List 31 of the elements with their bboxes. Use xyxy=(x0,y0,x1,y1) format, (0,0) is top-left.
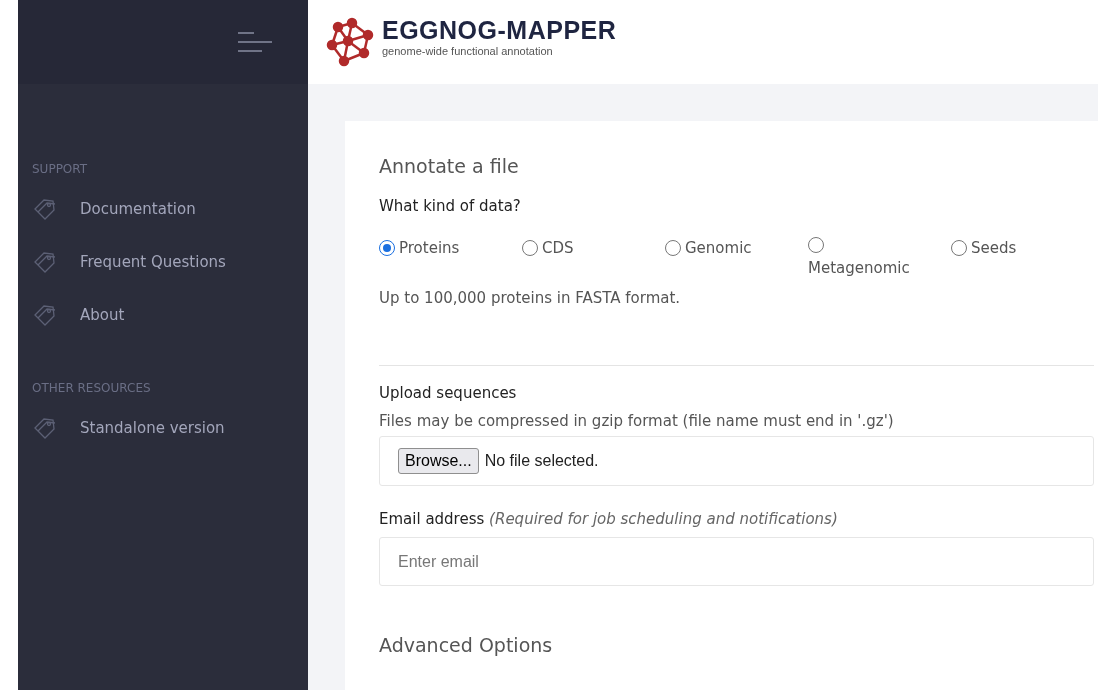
sidebar-link[interactable]: About xyxy=(80,305,125,324)
tag-icon xyxy=(32,415,58,440)
upload-note: Files may be compressed in gzip format (file name must end in '.gz') xyxy=(379,412,895,430)
logo-title: EGGNOG-MAPPER xyxy=(382,15,617,45)
file-input[interactable]: Browse... No file selected. xyxy=(379,436,1094,486)
tag-icon xyxy=(32,249,58,274)
menu-icon[interactable] xyxy=(238,30,272,54)
email-field[interactable]: Enter email xyxy=(379,537,1094,586)
sidebar-link[interactable]: Frequent Questions xyxy=(80,252,226,271)
browse-button[interactable]: Browse... xyxy=(398,448,479,474)
file-status: No file selected. xyxy=(484,452,599,470)
tag-icon xyxy=(32,196,58,221)
network-logo-icon xyxy=(326,17,376,67)
form-title: Annotate a file xyxy=(379,155,520,177)
section-heading: OTHER RESOURCES xyxy=(32,381,152,395)
radio-label: Genomic xyxy=(685,238,752,259)
field-label: Email address xyxy=(379,510,485,528)
field-label: What kind of data? xyxy=(379,197,522,215)
radio-label: Seeds xyxy=(971,238,1017,259)
hint-text: Up to 100,000 proteins in FASTA format. xyxy=(379,289,682,307)
sidebar-link[interactable]: Documentation xyxy=(80,199,196,218)
field-label: Upload sequences xyxy=(379,384,518,402)
sidebar-link[interactable]: Standalone version xyxy=(80,418,225,437)
radio-label: Proteins xyxy=(399,238,460,259)
radio-label: CDS xyxy=(542,238,574,259)
section-title: Advanced Options xyxy=(379,634,554,656)
tag-icon xyxy=(32,302,58,327)
field-note: (Required for job scheduling and notifications) xyxy=(489,510,838,528)
section-heading: SUPPORT xyxy=(32,162,89,176)
radio-label: Metagenomic xyxy=(808,258,910,279)
logo-subtitle: genome-wide functional annotation xyxy=(382,44,554,57)
